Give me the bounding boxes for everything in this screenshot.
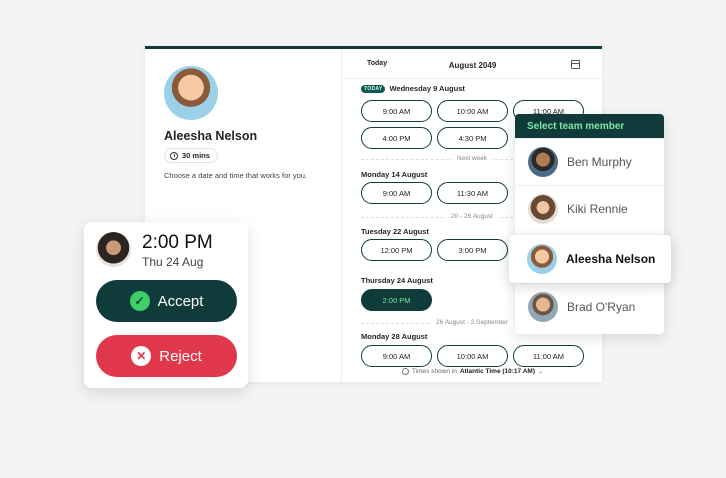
reject-label: Reject bbox=[159, 347, 202, 365]
accept-label: Accept bbox=[157, 292, 204, 310]
team-member-dropdown: Select team member Ben Murphy Kiki Renni… bbox=[509, 114, 671, 334]
today-badge: TODAY bbox=[361, 84, 386, 93]
duration-badge: 30 mins bbox=[164, 148, 218, 163]
close-icon: ✕ bbox=[131, 346, 152, 366]
time-slot[interactable]: 10:00 AM bbox=[437, 345, 508, 367]
booking-date: Thu 24 Aug bbox=[142, 255, 204, 269]
time-slot[interactable]: 9:00 AM bbox=[361, 100, 432, 122]
time-slot[interactable]: 4:00 PM bbox=[361, 127, 432, 149]
month-title: August 2049 bbox=[448, 61, 497, 70]
day-label-text: Wednesday 9 August bbox=[389, 84, 465, 93]
instructions-text: Choose a date and time that works for yo… bbox=[164, 171, 307, 180]
time-slot[interactable]: 11:30 AM bbox=[437, 182, 508, 204]
time-slot[interactable]: 3:00 PM bbox=[437, 239, 508, 261]
time-slot-selected[interactable]: 2:00 PM bbox=[361, 289, 432, 311]
team-member-option-selected[interactable]: Aleesha Nelson bbox=[509, 235, 671, 283]
time-slot[interactable]: 4:30 PM bbox=[437, 127, 508, 149]
team-member-option[interactable]: Ben Murphy bbox=[515, 138, 664, 185]
team-header: Select team member bbox=[515, 114, 664, 138]
chevron-down-icon: ⌄ bbox=[538, 369, 544, 375]
time-slot[interactable]: 11:00 AM bbox=[513, 345, 584, 367]
timezone-selector[interactable]: Times shown in Atlantic Time (10:17 AM) … bbox=[343, 368, 602, 375]
day-label: Tuesday 22 August bbox=[361, 227, 429, 236]
host-name: Aleesha Nelson bbox=[164, 129, 258, 143]
avatar bbox=[528, 292, 558, 322]
clock-icon bbox=[170, 151, 178, 160]
time-slot[interactable]: 9:00 AM bbox=[361, 182, 432, 204]
avatar bbox=[528, 194, 558, 224]
timezone-prefix: Times shown in bbox=[411, 368, 457, 375]
member-name: Aleesha Nelson bbox=[566, 252, 656, 266]
time-slot[interactable]: 10:00 AM bbox=[437, 100, 508, 122]
avatar bbox=[527, 244, 557, 274]
time-slot[interactable]: 12:00 PM bbox=[361, 239, 432, 261]
accept-button[interactable]: ✓ Accept bbox=[96, 280, 237, 322]
avatar bbox=[96, 232, 131, 267]
member-name: Kiki Rennie bbox=[567, 202, 628, 216]
timezone-value: Atlantic Time (10:17 AM) bbox=[459, 368, 536, 375]
team-member-option[interactable]: Kiki Rennie bbox=[515, 185, 664, 232]
avatar bbox=[528, 147, 558, 177]
day-label: TODAY Wednesday 9 August bbox=[361, 84, 465, 93]
day-label: Thursday 24 August bbox=[361, 276, 433, 285]
day-label: Monday 28 August bbox=[361, 332, 428, 341]
calendar-header: Today August 2049 bbox=[343, 49, 602, 79]
booking-request-card: 2:00 PM Thu 24 Aug ✓ Accept ✕ Reject bbox=[84, 222, 248, 388]
booking-time: 2:00 PM bbox=[142, 232, 213, 253]
host-avatar bbox=[164, 66, 218, 120]
day-label: Monday 14 August bbox=[361, 170, 428, 179]
calendar-icon[interactable] bbox=[571, 60, 580, 69]
check-icon: ✓ bbox=[129, 291, 150, 311]
team-member-option[interactable]: Brad O'Ryan bbox=[515, 283, 664, 330]
member-name: Brad O'Ryan bbox=[567, 300, 636, 314]
member-name: Ben Murphy bbox=[567, 155, 632, 169]
duration-label: 30 mins bbox=[182, 151, 210, 160]
time-slot[interactable]: 9:00 AM bbox=[361, 345, 432, 367]
globe-icon bbox=[401, 368, 409, 375]
reject-button[interactable]: ✕ Reject bbox=[96, 335, 237, 377]
